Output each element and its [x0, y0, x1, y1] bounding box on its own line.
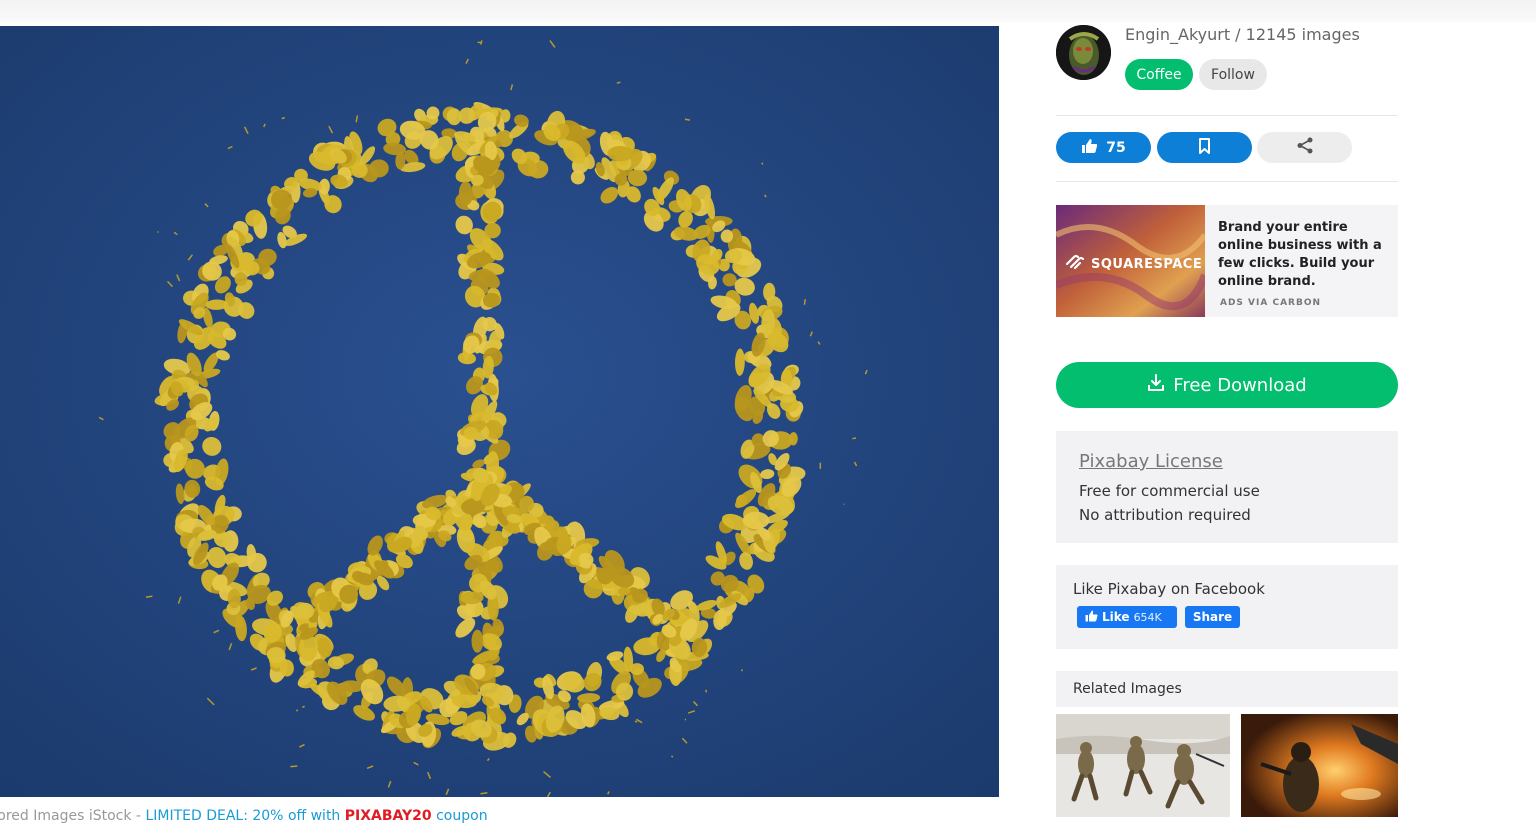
carbon-ad[interactable]: SQUARESPACE Brand your entire online bus… [1056, 205, 1398, 317]
license-link[interactable]: Pixabay License [1079, 451, 1223, 472]
sponsored-line: sored Images iStock - LIMITED DEAL: 20% … [0, 808, 488, 824]
like-button[interactable]: 75 [1056, 132, 1151, 163]
related-image-thumbnail[interactable] [1241, 714, 1398, 817]
license-line-commercial: Free for commercial use [1079, 482, 1260, 500]
thumbs-up-icon [1081, 138, 1098, 158]
top-bar [0, 0, 1536, 22]
ads-via-carbon-link[interactable]: ADS VIA CARBON [1220, 298, 1321, 308]
bookmark-icon [1198, 137, 1211, 158]
facebook-panel: Like Pixabay on Facebook Like 654K Share [1056, 565, 1398, 649]
sponsored-coupon-link[interactable]: coupon [432, 808, 487, 824]
license-panel: Pixabay License Free for commercial use … [1056, 431, 1398, 543]
main-photo[interactable] [0, 26, 999, 797]
avatar[interactable] [1056, 25, 1111, 80]
download-label: Free Download [1173, 374, 1307, 396]
facebook-like-button[interactable]: Like 654K [1077, 606, 1177, 628]
share-button[interactable] [1257, 132, 1352, 163]
follow-button[interactable]: Follow [1199, 59, 1267, 90]
sponsored-deal-link[interactable]: LIMITED DEAL: 20% off with [145, 808, 344, 824]
squarespace-icon [1064, 253, 1086, 275]
ad-text[interactable]: Brand your entire online business with a… [1218, 219, 1392, 291]
user-panel: Engin_Akyurt / 12145 images Coffee Follo… [1056, 25, 1398, 95]
username-link[interactable]: Engin_Akyurt / 12145 images [1125, 25, 1360, 44]
download-icon [1147, 373, 1165, 397]
likes-count: 75 [1106, 139, 1126, 156]
ad-image[interactable]: SQUARESPACE [1056, 205, 1205, 317]
sponsored-prefix: sored Images iStock - [0, 808, 146, 824]
free-download-button[interactable]: Free Download [1056, 362, 1398, 408]
facebook-label: Like Pixabay on Facebook [1073, 580, 1265, 598]
bookmark-button[interactable] [1157, 132, 1252, 163]
divider [1056, 115, 1398, 116]
squarespace-logo: SQUARESPACE [1064, 253, 1202, 275]
facebook-thumb-icon [1085, 610, 1098, 625]
coffee-button[interactable]: Coffee [1125, 59, 1193, 90]
facebook-share-button[interactable]: Share [1185, 606, 1240, 628]
share-icon [1296, 137, 1314, 158]
peace-sign-petals-image [0, 26, 999, 797]
related-image-thumbnail[interactable] [1056, 714, 1230, 817]
license-line-attribution: No attribution required [1079, 506, 1251, 524]
related-images-header: Related Images [1056, 671, 1398, 707]
facebook-like-count: 654K [1133, 610, 1162, 624]
related-images-label: Related Images [1073, 681, 1182, 697]
action-buttons: 75 [1056, 132, 1398, 164]
coupon-code[interactable]: PIXABAY20 [345, 808, 432, 824]
facebook-like-label: Like [1102, 610, 1130, 624]
divider [1056, 181, 1398, 182]
ad-brand: SQUARESPACE [1091, 256, 1203, 272]
